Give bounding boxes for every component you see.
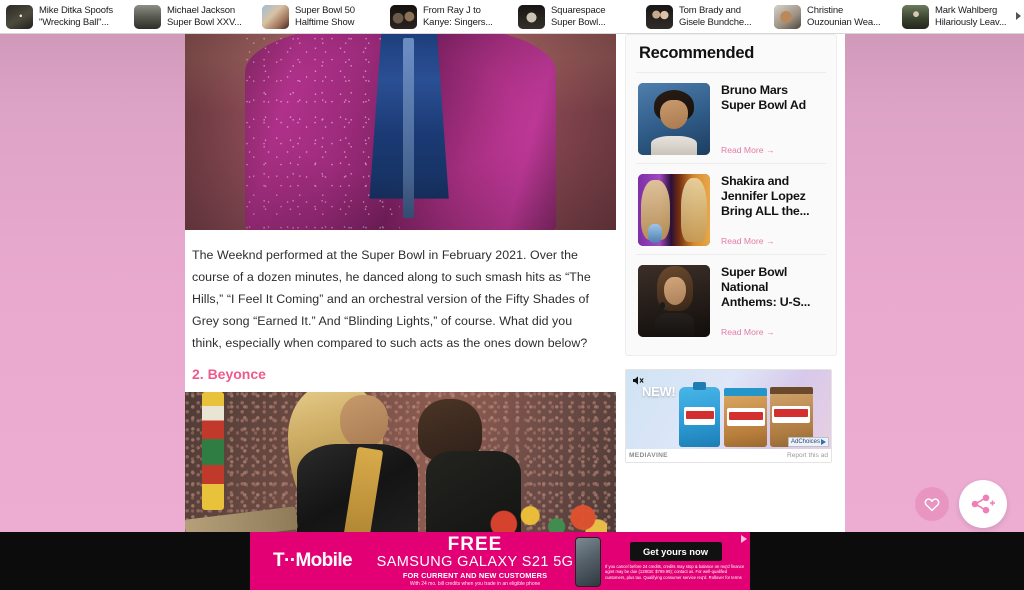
- recommended-title: Shakira and Jennifer Lopez Bring ALL the…: [721, 174, 810, 218]
- suggestion-label: Mark Wahlberg Hilariously Leav...: [935, 5, 1007, 28]
- ad-footer: MEDIAVINE Report this ad: [626, 449, 831, 462]
- suggestion-label: Super Bowl 50 Halftime Show: [295, 5, 355, 28]
- article-paragraph: The Weeknd performed at the Super Bowl i…: [192, 248, 591, 350]
- tmobile-logo: T··Mobile: [272, 550, 353, 571]
- stage-prop: [202, 392, 224, 511]
- content-canvas: The Weeknd performed at the Super Bowl i…: [185, 34, 845, 590]
- report-ad-link[interactable]: Report this ad: [787, 452, 828, 459]
- floating-action-buttons: [915, 480, 1007, 528]
- recommended-text: Super Bowl National Anthems: U-S... Read…: [721, 265, 824, 337]
- recommended-card: Recommended Bruno Mars Super Bowl Ad Rea…: [625, 34, 837, 356]
- section-heading: 2. Beyonce: [192, 366, 266, 382]
- suggestion-label: Mike Ditka Spoofs "Wrecking Ball"...: [39, 5, 114, 28]
- article-column: The Weeknd performed at the Super Bowl i…: [185, 34, 616, 556]
- suggestion-item[interactable]: Super Bowl 50 Halftime Show: [256, 0, 384, 33]
- ad-provider-label: MEDIAVINE: [629, 452, 668, 459]
- like-button[interactable]: [915, 487, 949, 521]
- suggestion-item[interactable]: Tom Brady and Gisele Bundche...: [640, 0, 768, 33]
- web-page: Mike Ditka Spoofs "Wrecking Ball"... Mic…: [0, 0, 1024, 590]
- suggestion-label: Tom Brady and Gisele Bundche...: [679, 5, 752, 28]
- suggestion-item[interactable]: Squarespace Super Bowl...: [512, 0, 640, 33]
- recommended-item[interactable]: Super Bowl National Anthems: U-S... Read…: [636, 254, 826, 345]
- ad-fineprint: With 24 mo. bill credits when you trade …: [409, 580, 541, 587]
- suggestion-thumbnail: [134, 4, 161, 29]
- suggestion-item[interactable]: From Ray J to Kanye: Singers...: [384, 0, 512, 33]
- suggestion-label: Christine Ouzounian Wea...: [807, 5, 881, 28]
- ad-product-pouch: [679, 381, 721, 447]
- recommended-thumbnail: [638, 83, 710, 155]
- suggestion-strip[interactable]: Mike Ditka Spoofs "Wrecking Ball"... Mic…: [0, 0, 1024, 34]
- tmobile-ad[interactable]: T··Mobile FREE SAMSUNG GALAXY S21 5G FOR…: [250, 532, 750, 590]
- ad-legal-text: If you cancel before 24 credits, credits…: [605, 563, 745, 580]
- suggestion-label: From Ray J to Kanye: Singers...: [423, 5, 493, 28]
- suggestion-thumbnail: [6, 4, 33, 29]
- suggestion-thumbnail: [390, 4, 417, 29]
- recommended-item[interactable]: Shakira and Jennifer Lopez Bring ALL the…: [636, 163, 826, 254]
- sidebar-ad[interactable]: NEW! AdChoices MEDIAVINE Report this ad: [625, 369, 832, 463]
- ad-subhead: FOR CURRENT AND NEW CUSTOMERS: [402, 570, 548, 580]
- share-button[interactable]: [959, 480, 1007, 528]
- ad-product-jar-1: [724, 388, 768, 447]
- recommended-title: Bruno Mars Super Bowl Ad: [721, 83, 807, 112]
- recommended-thumbnail: [638, 265, 710, 337]
- read-more-link[interactable]: Read More →: [721, 229, 824, 246]
- suggestion-thumbnail: [646, 4, 673, 29]
- suggestion-item[interactable]: Michael Jackson Super Bowl XXV...: [128, 0, 256, 33]
- suggestion-thumbnail: [262, 4, 289, 29]
- recommended-text: Bruno Mars Super Bowl Ad Read More →: [721, 83, 824, 155]
- recommended-thumbnail: [638, 174, 710, 246]
- ad-product: SAMSUNG GALAXY S21 5G: [376, 553, 574, 570]
- sticky-ad-bar[interactable]: T··Mobile FREE SAMSUNG GALAXY S21 5G FOR…: [0, 532, 1024, 590]
- ad-phone-image: [575, 534, 605, 588]
- suggestion-label: Michael Jackson Super Bowl XXV...: [167, 5, 242, 28]
- suggestion-thumbnail: [518, 4, 545, 29]
- recommended-text: Shakira and Jennifer Lopez Bring ALL the…: [721, 174, 824, 246]
- suggestion-label: Squarespace Super Bowl...: [551, 5, 606, 28]
- recommended-title: Super Bowl National Anthems: U-S...: [721, 265, 811, 309]
- share-icon: [971, 494, 995, 514]
- chevron-right-icon[interactable]: [1016, 12, 1021, 20]
- read-more-link[interactable]: Read More →: [721, 320, 824, 337]
- heart-icon: [924, 497, 940, 511]
- adchoices-label: AdChoices: [790, 439, 820, 445]
- tmobile-copy: FREE SAMSUNG GALAXY S21 5G FOR CURRENT A…: [375, 535, 575, 588]
- ad-headline: FREE: [447, 533, 503, 555]
- article-hero-image: [185, 34, 616, 230]
- read-more-link[interactable]: Read More →: [721, 138, 824, 155]
- adchoices-icon: [821, 439, 826, 445]
- ad-cta-block: Get yours now If you cancel before 24 cr…: [605, 541, 750, 580]
- recommended-heading: Recommended: [639, 44, 754, 62]
- recommended-item[interactable]: Bruno Mars Super Bowl Ad Read More →: [636, 72, 826, 163]
- suggestion-item[interactable]: Mike Ditka Spoofs "Wrecking Ball"...: [0, 0, 128, 33]
- ad-new-badge: NEW!: [642, 384, 676, 399]
- suggestion-item[interactable]: Christine Ouzounian Wea...: [768, 0, 896, 33]
- suggestion-thumbnail: [774, 4, 801, 29]
- sidebar: Recommended Bruno Mars Super Bowl Ad Rea…: [625, 34, 837, 463]
- performer-face: [340, 395, 388, 448]
- get-yours-now-button[interactable]: Get yours now: [629, 541, 722, 561]
- adchoices-icon[interactable]: [741, 535, 747, 543]
- suggestion-item[interactable]: Mark Wahlberg Hilariously Leav...: [896, 0, 1024, 33]
- adchoices-badge[interactable]: AdChoices: [787, 437, 829, 447]
- ad-creative[interactable]: NEW! AdChoices: [626, 370, 831, 449]
- suggestion-thumbnail: [902, 4, 929, 29]
